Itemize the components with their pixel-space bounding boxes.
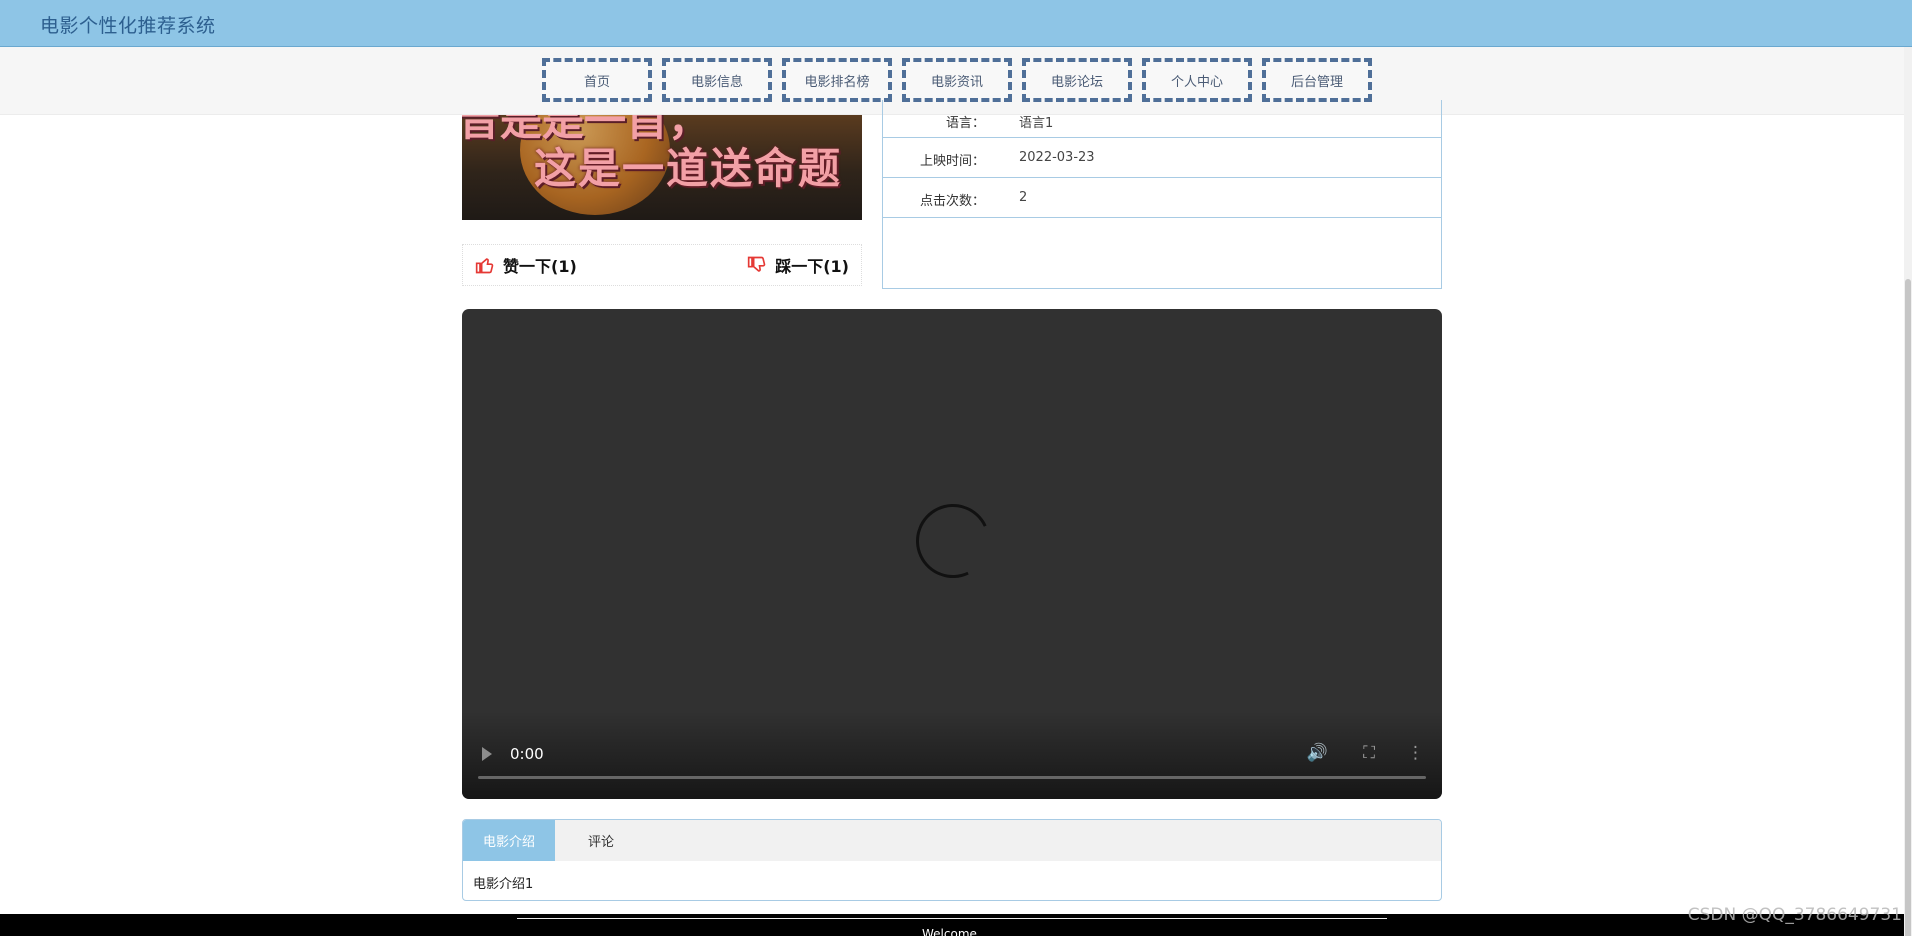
scrollbar-thumb[interactable] bbox=[1905, 279, 1911, 936]
page-scrollbar[interactable] bbox=[1904, 47, 1912, 936]
movie-info-panel: 语言： 语言1 上映时间： 2022-03-23 点击次数： 2 bbox=[882, 100, 1442, 289]
nav-forum[interactable]: 电影论坛 bbox=[1022, 58, 1132, 102]
play-icon[interactable] bbox=[482, 747, 492, 761]
top-header: 电影个性化推荐系统 bbox=[0, 0, 1912, 47]
nav-personal-center[interactable]: 个人中心 bbox=[1142, 58, 1252, 102]
info-value: 2022-03-23 bbox=[1019, 150, 1095, 165]
dislike-button[interactable]: 踩一下(1) bbox=[747, 253, 849, 277]
info-value: 2 bbox=[1019, 190, 1028, 205]
info-label: 点击次数： bbox=[919, 194, 985, 209]
thumbs-up-icon bbox=[475, 258, 494, 274]
tab-comments[interactable]: 评论 bbox=[555, 820, 647, 861]
nav-movie-info[interactable]: 电影信息 bbox=[662, 58, 772, 102]
tabs-header: 电影介绍 评论 bbox=[463, 820, 1441, 861]
loading-spinner-icon bbox=[905, 493, 1001, 589]
poster-caption: 这是一道送命题 bbox=[534, 144, 843, 193]
movie-tabs: 电影介绍 评论 电影介绍1 bbox=[462, 819, 1442, 901]
video-controls-gradient bbox=[462, 711, 1442, 799]
nav-list: 首页 电影信息 电影排名榜 电影资讯 电影论坛 个人中心 后台管理 bbox=[542, 58, 1372, 102]
video-progress-bar[interactable] bbox=[478, 776, 1426, 779]
nav-home[interactable]: 首页 bbox=[542, 58, 652, 102]
info-row-language: 语言： 语言1 bbox=[883, 100, 1441, 138]
vote-bar: 赞一下(1) 踩一下(1) bbox=[462, 244, 862, 286]
thumbs-down-icon bbox=[748, 256, 766, 272]
csdn-watermark: CSDN @QQ_3786649731 bbox=[1687, 905, 1902, 925]
dislike-count: 踩一下(1) bbox=[775, 257, 849, 276]
nav-news[interactable]: 电影资讯 bbox=[902, 58, 1012, 102]
info-value: 语言1 bbox=[1019, 116, 1054, 131]
info-row-click-count: 点击次数： 2 bbox=[883, 178, 1441, 218]
tab-movie-intro[interactable]: 电影介绍 bbox=[463, 820, 555, 861]
footer-welcome: Welcome bbox=[922, 927, 977, 936]
footer-divider bbox=[517, 918, 1387, 919]
info-label: 语言： bbox=[945, 116, 985, 131]
volume-icon[interactable]: 🔊 bbox=[1307, 743, 1328, 763]
video-player[interactable]: 0:00 🔊 ⛶ ⋮ bbox=[462, 309, 1442, 799]
movie-intro-text: 电影介绍1 bbox=[473, 877, 534, 892]
info-row-release-date: 上映时间： 2022-03-23 bbox=[883, 138, 1441, 178]
movie-poster: 音是是一首， 这是一道送命题 bbox=[462, 115, 862, 220]
more-options-icon[interactable]: ⋮ bbox=[1407, 743, 1424, 763]
info-label: 上映时间： bbox=[919, 154, 985, 169]
like-button[interactable]: 赞一下(1) bbox=[475, 253, 577, 277]
site-title: 电影个性化推荐系统 bbox=[40, 15, 216, 37]
video-time: 0:00 bbox=[510, 745, 544, 763]
footer: Welcome bbox=[0, 914, 1912, 936]
like-count: 赞一下(1) bbox=[503, 257, 577, 276]
nav-admin[interactable]: 后台管理 bbox=[1262, 58, 1372, 102]
nav-ranking[interactable]: 电影排名榜 bbox=[782, 58, 892, 102]
fullscreen-icon[interactable]: ⛶ bbox=[1363, 743, 1375, 763]
